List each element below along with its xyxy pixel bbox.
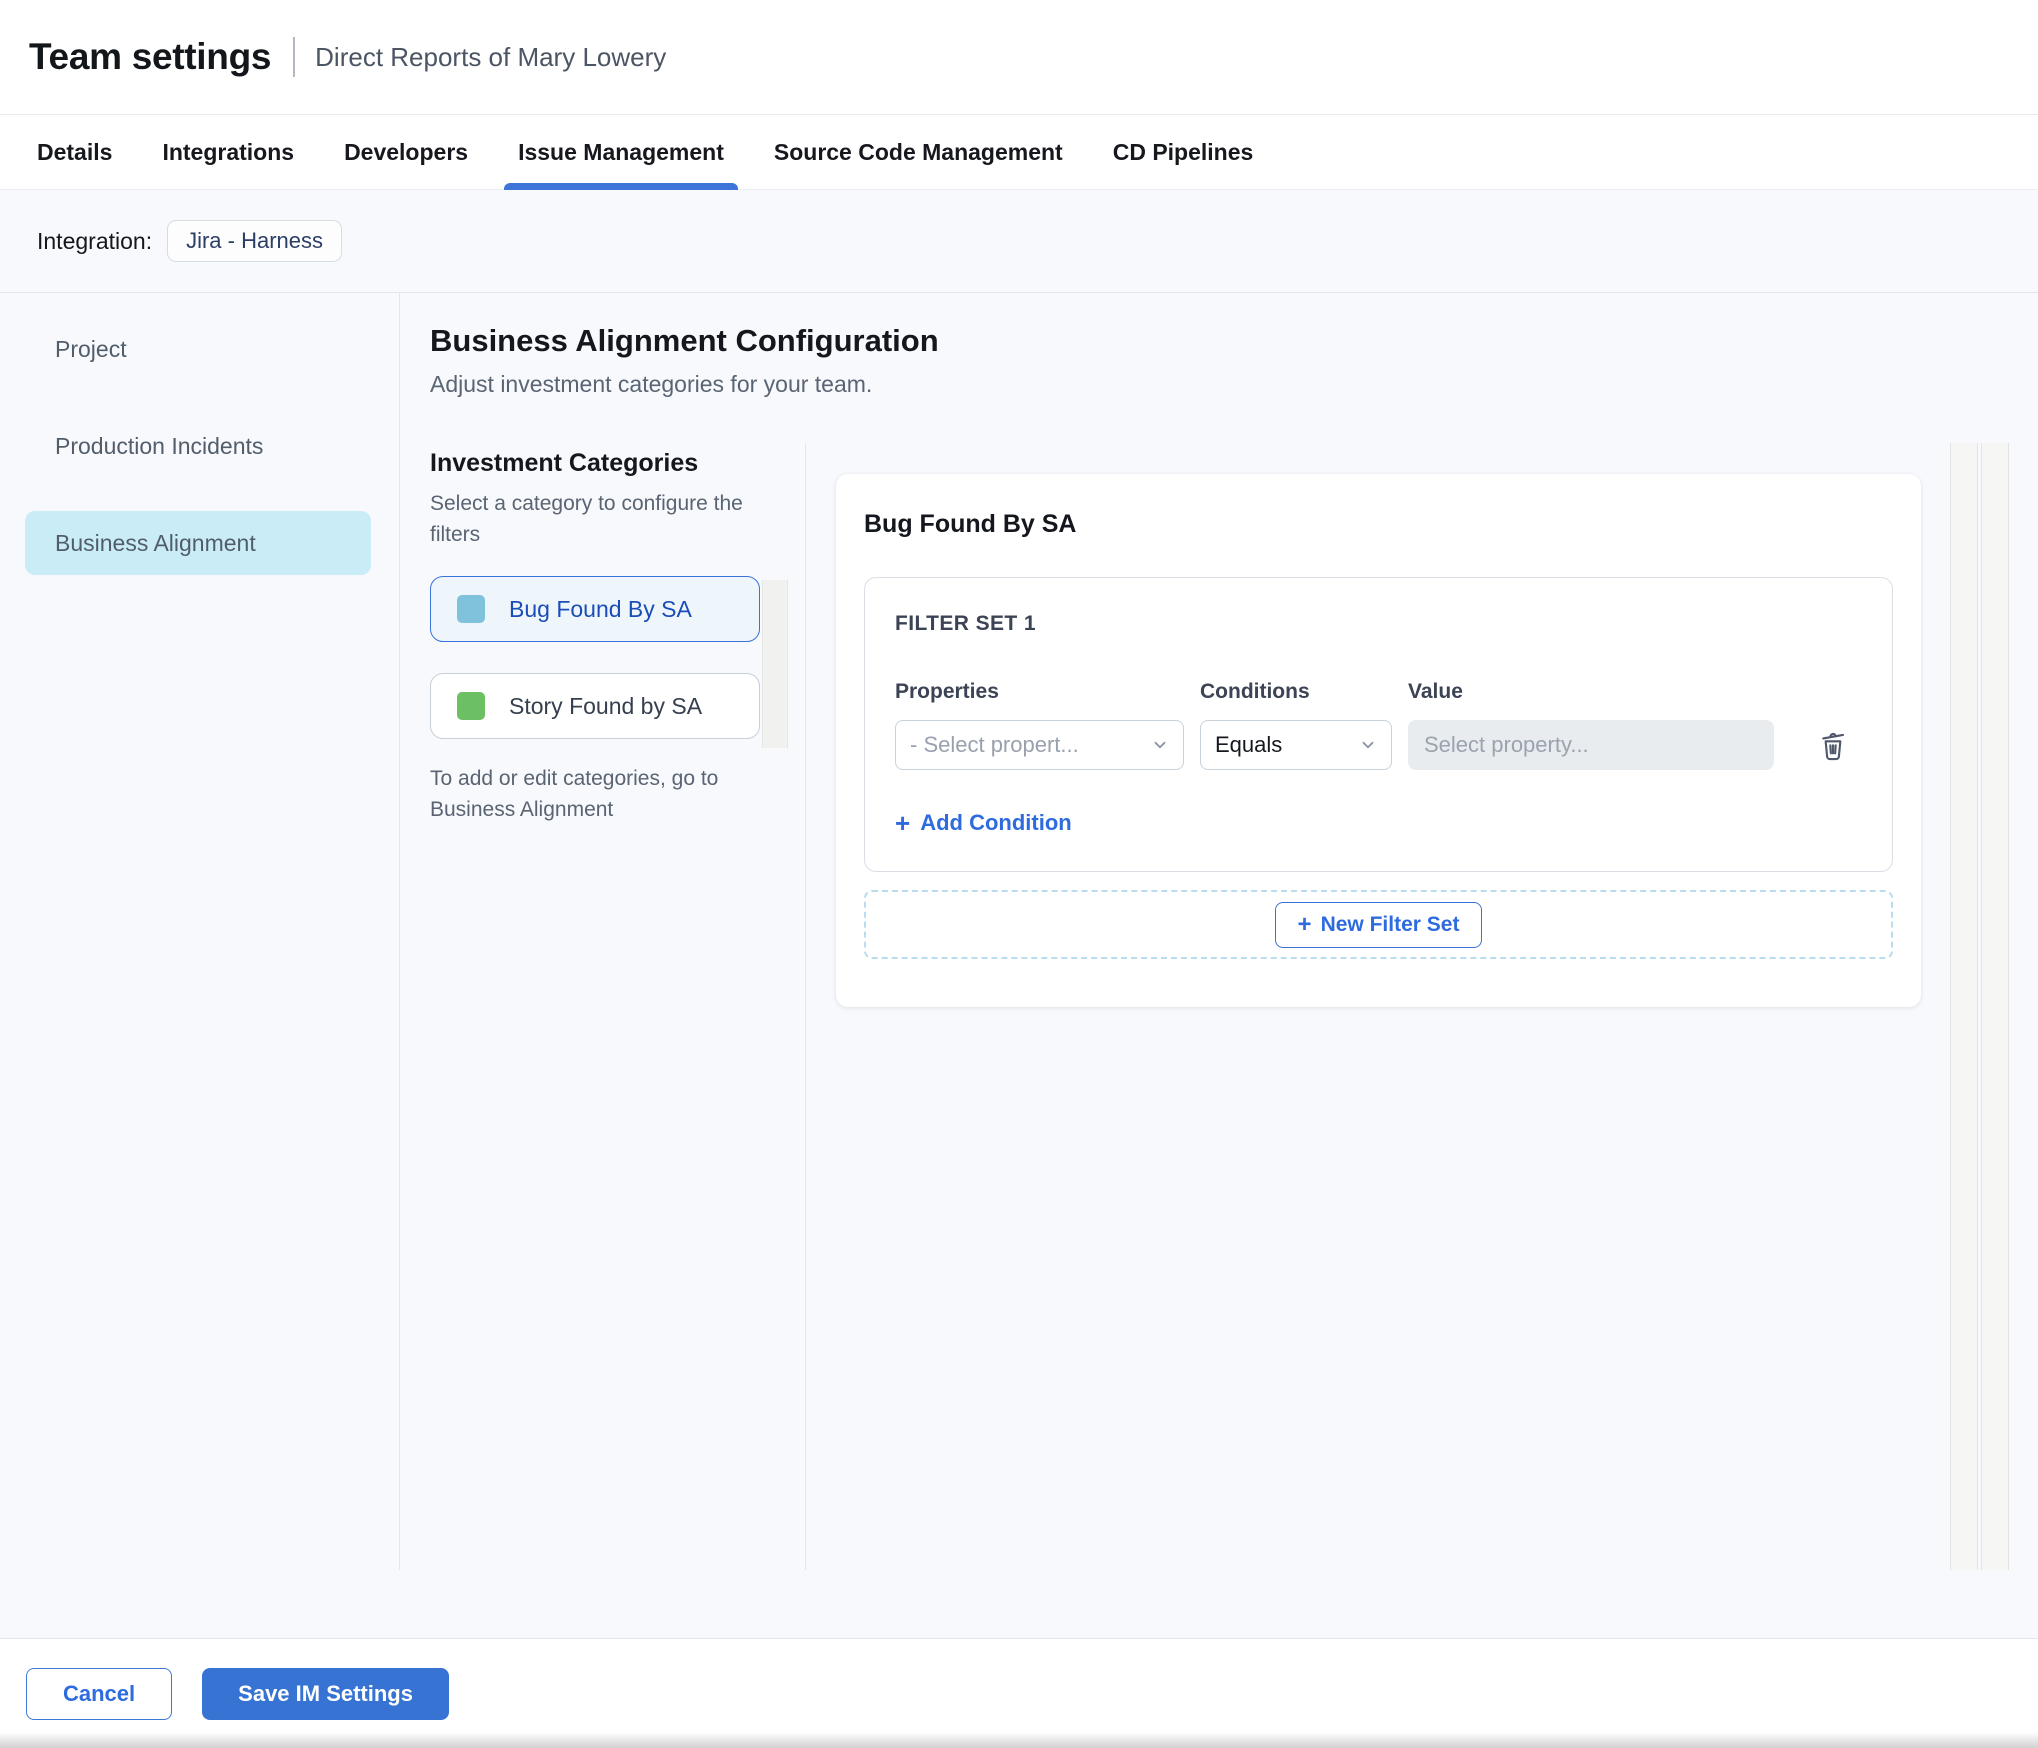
content-body: Project Production Incidents Business Al… [0,293,2038,1570]
main-panel: Business Alignment Configuration Adjust … [400,293,2038,1570]
new-filter-set-dropzone: + New Filter Set [864,890,1893,959]
sidebar-item-business-alignment[interactable]: Business Alignment [25,511,371,575]
conditions-select-value: Equals [1215,732,1283,757]
conditions-column-label: Conditions [1200,680,1310,703]
category-label: Bug Found By SA [509,595,692,622]
investment-categories-helper: Select a category to configure the filte… [430,492,743,546]
category-list-scrollbar[interactable] [762,580,788,748]
categories-footnote: To add or edit categories, go to Busines… [430,767,719,821]
scrollbar-track[interactable] [1981,443,2009,1570]
tab-developers[interactable]: Developers [330,115,482,189]
category-color-swatch-green [457,692,485,720]
category-bug-found-by-sa[interactable]: Bug Found By SA [430,576,760,642]
investment-categories-panel: Investment Categories Select a category … [400,443,806,1570]
category-story-found-by-sa[interactable]: Story Found by SA [430,673,760,739]
tab-cd-pipelines[interactable]: CD Pipelines [1099,115,1268,189]
content-region: Integration: Jira - Harness Project Prod… [0,190,2038,1638]
trash-icon [1817,726,1849,765]
chevron-down-icon [1151,736,1169,754]
delete-condition-button[interactable] [1816,726,1850,764]
page-subtitle: Direct Reports of Mary Lowery [315,41,667,72]
new-filter-set-button[interactable]: + New Filter Set [1274,901,1483,948]
save-im-settings-button[interactable]: Save IM Settings [202,1667,449,1720]
filter-set-card: FILTER SET 1 Properties Conditions Value… [864,577,1893,872]
filter-set-label: FILTER SET 1 [895,612,1036,635]
value-column-label: Value [1408,680,1463,703]
settings-sidebar: Project Production Incidents Business Al… [0,293,400,1570]
section-title: Business Alignment Configuration [430,323,939,358]
cancel-button[interactable]: Cancel [26,1667,173,1720]
category-label: Story Found by SA [509,692,703,719]
scrollbar-track[interactable] [1950,443,1978,1570]
tab-bar: Details Integrations Developers Issue Ma… [0,114,2038,190]
title-divider [293,37,296,77]
sidebar-item-project[interactable]: Project [25,317,371,381]
app-footer: Cancel Save IM Settings [0,1638,2038,1748]
app-header: Team settings Direct Reports of Mary Low… [0,0,2038,114]
sidebar-item-production-incidents[interactable]: Production Incidents [25,414,371,478]
filter-set-column-labels: Properties Conditions Value [895,680,1862,704]
section-subtitle: Adjust investment categories for your te… [430,371,873,397]
investment-categories-title: Investment Categories [430,449,699,477]
properties-select[interactable]: - Select propert... [895,720,1184,770]
filter-card-title: Bug Found By SA [864,510,1077,538]
chevron-down-icon [1359,736,1377,754]
integration-row: Integration: Jira - Harness [0,190,2038,293]
tab-details[interactable]: Details [23,115,126,189]
value-input[interactable] [1408,720,1774,770]
add-condition-label: Add Condition [920,810,1072,835]
main-header: Business Alignment Configuration Adjust … [400,293,2038,443]
tab-integrations[interactable]: Integrations [148,115,308,189]
page-title: Team settings [29,36,272,77]
conditions-select[interactable]: Equals [1200,720,1392,770]
main-columns: Investment Categories Select a category … [400,443,2038,1570]
integration-chip[interactable]: Jira - Harness [167,220,343,262]
bottom-shadow [0,1732,2038,1748]
properties-column-label: Properties [895,680,999,703]
properties-select-placeholder: - Select propert... [910,732,1079,757]
plus-icon: + [1297,910,1312,938]
add-condition-button[interactable]: + Add Condition [895,810,1072,836]
tab-source-code-management[interactable]: Source Code Management [760,115,1077,189]
category-list: Bug Found By SA Story Found by SA [430,576,805,739]
team-settings-page: Team settings Direct Reports of Mary Low… [0,0,2038,1748]
filter-configuration-panel: Bug Found By SA FILTER SET 1 Properties … [806,443,2038,1570]
category-color-swatch-blue [457,595,485,623]
plus-icon: + [895,808,911,838]
integration-label: Integration: [37,227,153,254]
filter-card: Bug Found By SA FILTER SET 1 Properties … [836,474,1921,1007]
new-filter-set-label: New Filter Set [1320,912,1460,936]
tab-issue-management[interactable]: Issue Management [504,115,738,190]
filter-condition-row: - Select propert... Equals [895,720,1862,770]
